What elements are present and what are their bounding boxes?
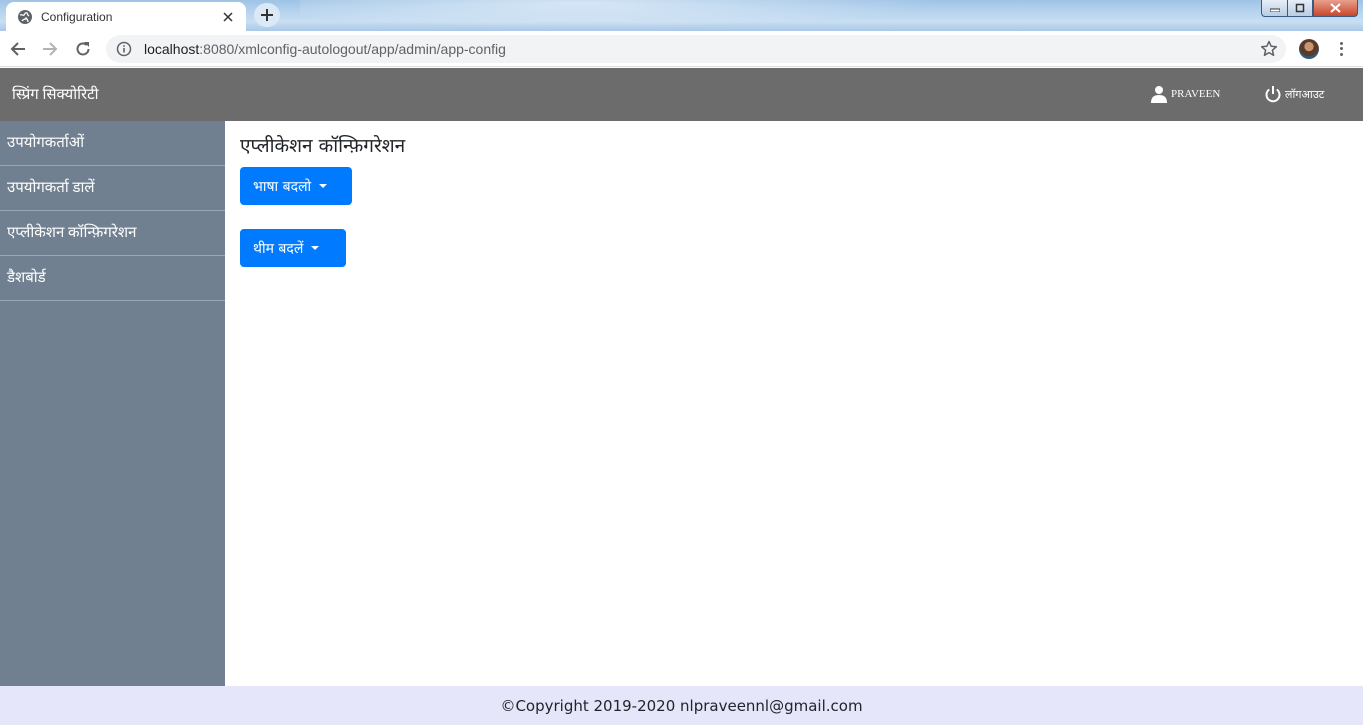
arrow-left-icon	[10, 42, 25, 56]
main-content: एप्लीकेशन कॉन्फ़िगरेशन भाषा बदलो थीम बदल…	[225, 121, 1363, 686]
change-theme-label: थीम बदलें	[253, 240, 304, 257]
restore-icon	[1295, 3, 1305, 13]
caret-down-icon	[311, 246, 320, 250]
plus-icon	[261, 9, 273, 21]
close-tab-icon[interactable]	[220, 9, 236, 25]
sidebar-item-label: उपयोगकर्ता डालें	[7, 180, 95, 196]
app-navbar: स्प्रिंग सिक्योरिटी PRAVEEN लॉगआउट	[0, 68, 1363, 121]
brand-title[interactable]: स्प्रिंग सिक्योरिटी	[12, 84, 99, 104]
sidebar-item-label: उपयोगकर्ताओं	[7, 135, 85, 151]
browser-menu-icon[interactable]	[1333, 39, 1349, 59]
browser-tab-strip: Configuration	[0, 0, 1363, 31]
sidebar-item-dashboard[interactable]: डैशबोर्ड	[0, 256, 225, 301]
new-tab-button[interactable]	[254, 3, 280, 27]
url-host: localhost	[144, 41, 200, 57]
info-icon[interactable]	[116, 41, 132, 57]
copyright-text: ©Copyright 2019-2020 nlpraveennl@gmail.c…	[500, 696, 863, 715]
globe-icon	[17, 9, 33, 25]
sidebar-item-label: एप्लीकेशन कॉन्फ़िगरेशन	[7, 225, 137, 241]
reload-button[interactable]	[71, 37, 95, 61]
page-title: एप्लीकेशन कॉन्फ़िगरेशन	[240, 135, 406, 157]
back-button[interactable]	[6, 37, 30, 61]
tab-title: Configuration	[41, 9, 113, 24]
browser-toolbar: localhost:8080/xmlconfig-autologout/app/…	[0, 31, 1363, 67]
close-window-button[interactable]	[1313, 0, 1358, 17]
change-language-label: भाषा बदलो	[253, 178, 312, 195]
bookmark-star-icon[interactable]	[1260, 40, 1278, 58]
logout-link[interactable]: लॉगआउट	[1264, 85, 1324, 103]
user-menu-link[interactable]: PRAVEEN	[1150, 85, 1220, 103]
close-icon	[1330, 3, 1341, 13]
restore-button[interactable]	[1287, 0, 1313, 17]
user-name: PRAVEEN	[1171, 88, 1221, 100]
logout-label: लॉगआउट	[1285, 88, 1325, 101]
sidebar-item-add-user[interactable]: उपयोगकर्ता डालें	[0, 166, 225, 211]
change-theme-dropdown[interactable]: थीम बदलें	[240, 229, 346, 267]
sidebar-item-app-config[interactable]: एप्लीकेशन कॉन्फ़िगरेशन	[0, 211, 225, 256]
arrow-right-icon	[43, 42, 58, 56]
minimize-icon	[1269, 8, 1280, 12]
url-text: localhost:8080/xmlconfig-autologout/app/…	[144, 41, 506, 57]
caret-down-icon	[319, 184, 328, 188]
footer: ©Copyright 2019-2020 nlpraveennl@gmail.c…	[0, 686, 1363, 725]
url-path: :8080/xmlconfig-autologout/app/admin/app…	[199, 41, 506, 57]
reload-icon	[76, 42, 90, 56]
forward-button[interactable]	[38, 37, 62, 61]
sidebar: उपयोगकर्ताओं उपयोगकर्ता डालें एप्लीकेशन …	[0, 121, 225, 686]
window-controls	[1261, 0, 1358, 17]
change-language-dropdown[interactable]: भाषा बदलो	[240, 167, 352, 205]
minimize-button[interactable]	[1261, 0, 1287, 17]
sidebar-item-label: डैशबोर्ड	[7, 270, 46, 286]
sidebar-item-users[interactable]: उपयोगकर्ताओं	[0, 121, 225, 166]
user-icon	[1150, 85, 1168, 103]
browser-tab[interactable]: Configuration	[6, 2, 246, 31]
profile-avatar[interactable]	[1299, 39, 1319, 59]
power-icon	[1264, 85, 1282, 103]
address-bar[interactable]: localhost:8080/xmlconfig-autologout/app/…	[106, 35, 1286, 63]
